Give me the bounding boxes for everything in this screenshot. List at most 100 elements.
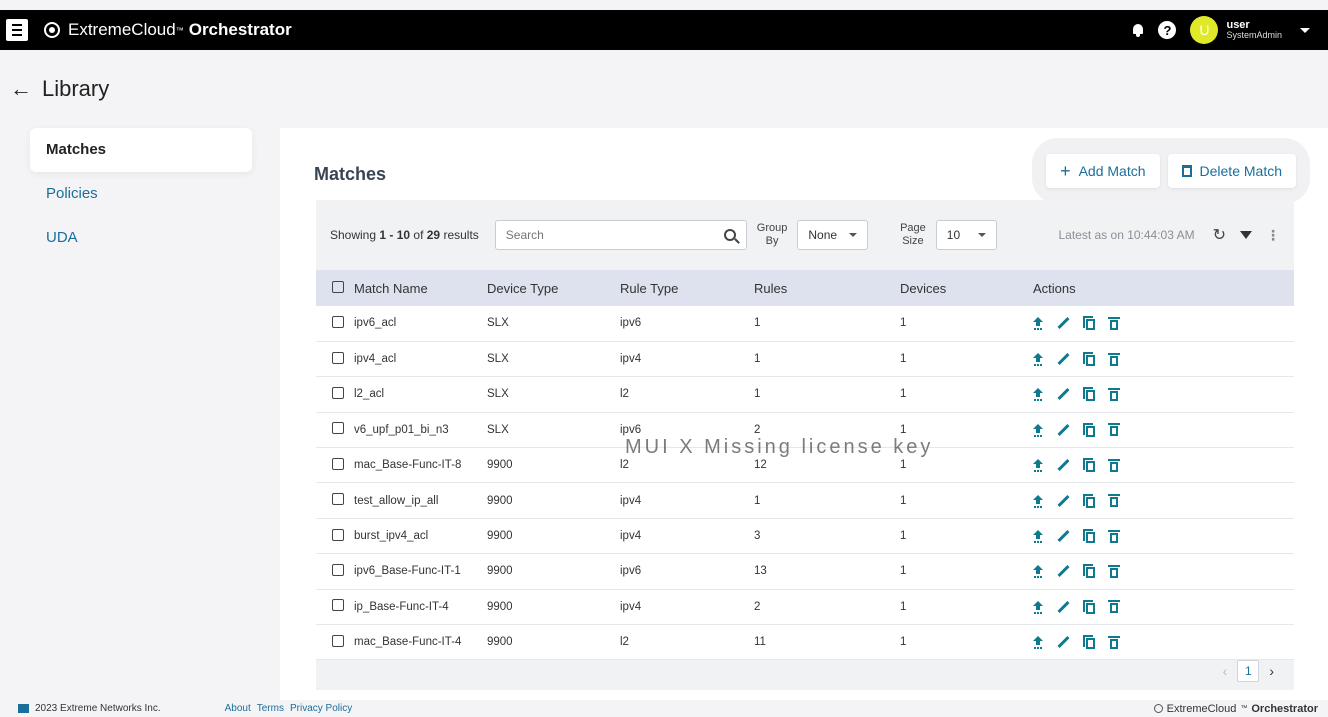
copy-icon[interactable]	[1083, 635, 1095, 650]
hamburger-menu-icon[interactable]	[6, 19, 28, 41]
delete-icon[interactable]	[1108, 494, 1120, 508]
page-number[interactable]: 1	[1237, 660, 1260, 682]
delete-match-button[interactable]: Delete Match	[1167, 154, 1296, 188]
upload-icon[interactable]	[1033, 600, 1043, 613]
edit-icon[interactable]	[1057, 459, 1069, 471]
privacy-policy-link[interactable]: Privacy Policy	[290, 703, 352, 714]
sidebar-item-matches[interactable]: Matches	[30, 128, 252, 172]
cell-devices: 1	[900, 388, 907, 401]
bell-icon[interactable]	[1132, 23, 1144, 37]
brand[interactable]: ExtremeCloud ™ Orchestrator	[44, 20, 292, 40]
row-checkbox[interactable]	[332, 493, 344, 506]
column-header-device-type[interactable]: Device Type	[487, 270, 620, 306]
table-row[interactable]: v6_upf_p01_bi_n3 SLX ipv6 2 1	[316, 412, 1294, 448]
search-icon[interactable]	[723, 229, 736, 241]
upload-icon[interactable]	[1033, 530, 1043, 542]
search-input[interactable]	[505, 228, 724, 242]
cell-match-name: mac_Base-Func-IT-8	[354, 459, 462, 472]
delete-icon[interactable]	[1108, 458, 1120, 472]
copy-icon[interactable]	[1083, 529, 1095, 544]
table-row[interactable]: ipv6_acl SLX ipv6 1 1	[316, 306, 1294, 342]
copy-icon[interactable]	[1083, 458, 1095, 473]
next-page-icon[interactable]: ›	[1269, 663, 1274, 679]
group-by-select[interactable]: None	[797, 220, 869, 250]
column-header-match-name[interactable]: Match Name	[354, 270, 487, 306]
terms-link[interactable]: Terms	[257, 703, 284, 714]
delete-icon[interactable]	[1108, 600, 1120, 614]
table-row[interactable]: test_allow_ip_all 9900 ipv4 1 1	[316, 482, 1294, 519]
edit-icon[interactable]	[1057, 601, 1069, 613]
edit-icon[interactable]	[1057, 636, 1069, 648]
cell-match-name: mac_Base-Func-IT-4	[354, 636, 462, 649]
copy-icon[interactable]	[1083, 422, 1095, 437]
row-checkbox[interactable]	[332, 351, 344, 364]
copy-icon[interactable]	[1083, 352, 1095, 367]
more-options-icon[interactable]: ⋮	[1266, 227, 1280, 244]
avatar[interactable]: U	[1190, 16, 1219, 44]
edit-icon[interactable]	[1057, 495, 1069, 507]
cell-device-type: 9900	[487, 565, 513, 578]
edit-icon[interactable]	[1057, 565, 1069, 577]
help-icon[interactable]: ?	[1158, 21, 1177, 39]
row-checkbox[interactable]	[332, 422, 344, 435]
copy-icon[interactable]	[1083, 387, 1095, 402]
row-checkbox[interactable]	[332, 315, 344, 328]
upload-icon[interactable]	[1033, 565, 1043, 577]
delete-icon[interactable]	[1108, 423, 1120, 437]
delete-icon[interactable]	[1108, 529, 1120, 543]
row-checkbox[interactable]	[332, 528, 344, 541]
search-box[interactable]	[494, 220, 747, 250]
sidebar-item-uda[interactable]: UDA	[30, 216, 252, 260]
delete-icon[interactable]	[1108, 564, 1120, 578]
edit-icon[interactable]	[1057, 317, 1069, 329]
upload-icon[interactable]	[1033, 353, 1043, 365]
upload-icon[interactable]	[1033, 636, 1043, 648]
upload-icon[interactable]	[1033, 388, 1043, 400]
cell-rule-type: ipv4	[620, 494, 642, 507]
table-row[interactable]: ip_Base-Func-IT-4 9900 ipv4 2 1	[316, 589, 1294, 625]
add-match-button[interactable]: + Add Match	[1046, 154, 1160, 188]
upload-icon[interactable]	[1033, 317, 1043, 329]
edit-icon[interactable]	[1057, 353, 1069, 365]
table-row[interactable]: l2_acl SLX l2 1 1	[316, 376, 1294, 413]
copy-icon[interactable]	[1083, 493, 1095, 508]
copy-icon[interactable]	[1083, 564, 1095, 579]
table-row[interactable]: ipv4_acl SLX ipv4 1 1	[316, 341, 1294, 377]
row-checkbox[interactable]	[332, 599, 344, 612]
copy-icon[interactable]	[1083, 316, 1095, 331]
table-row[interactable]: ipv6_Base-Func-IT-1 9900 ipv6 13 1	[316, 553, 1294, 590]
edit-icon[interactable]	[1057, 424, 1069, 436]
upload-icon[interactable]	[1033, 423, 1043, 436]
row-checkbox[interactable]	[332, 634, 344, 647]
delete-icon[interactable]	[1108, 635, 1120, 649]
about-link[interactable]: About	[225, 703, 251, 714]
chevron-down-icon[interactable]	[1300, 27, 1310, 33]
user-menu[interactable]: user SystemAdmin	[1226, 19, 1282, 41]
sidebar-item-policies[interactable]: Policies	[30, 172, 252, 216]
delete-icon[interactable]	[1108, 352, 1120, 366]
main-panel: Matches + Add Match Delete Match Showing…	[280, 128, 1328, 700]
delete-icon[interactable]	[1108, 316, 1120, 330]
previous-page-icon[interactable]: ‹	[1223, 663, 1228, 679]
table-row[interactable]: mac_Base-Func-IT-8 9900 l2 12 1	[316, 447, 1294, 483]
table-row[interactable]: burst_ipv4_acl 9900 ipv4 3 1	[316, 518, 1294, 554]
edit-icon[interactable]	[1057, 530, 1069, 542]
filter-icon[interactable]	[1240, 231, 1252, 239]
table-row[interactable]: mac_Base-Func-IT-4 9900 l2 11 1	[316, 624, 1294, 660]
column-header-devices[interactable]: Devices	[900, 270, 1033, 306]
edit-icon[interactable]	[1057, 388, 1069, 400]
refresh-icon[interactable]: ↻	[1213, 225, 1226, 245]
column-header-rules[interactable]: Rules	[754, 270, 900, 306]
row-checkbox[interactable]	[332, 386, 344, 399]
copy-icon[interactable]	[1083, 599, 1095, 614]
row-checkbox[interactable]	[332, 457, 344, 470]
page-size-select[interactable]: 10	[935, 220, 998, 250]
row-checkbox[interactable]	[332, 563, 344, 576]
delete-icon[interactable]	[1108, 387, 1120, 401]
column-header-rule-type[interactable]: Rule Type	[620, 270, 754, 306]
select-all-checkbox[interactable]	[332, 280, 344, 293]
upload-icon[interactable]	[1033, 494, 1043, 507]
back-arrow-icon[interactable]: ←	[10, 76, 32, 102]
upload-icon[interactable]	[1033, 459, 1043, 471]
row-actions	[1033, 635, 1294, 650]
